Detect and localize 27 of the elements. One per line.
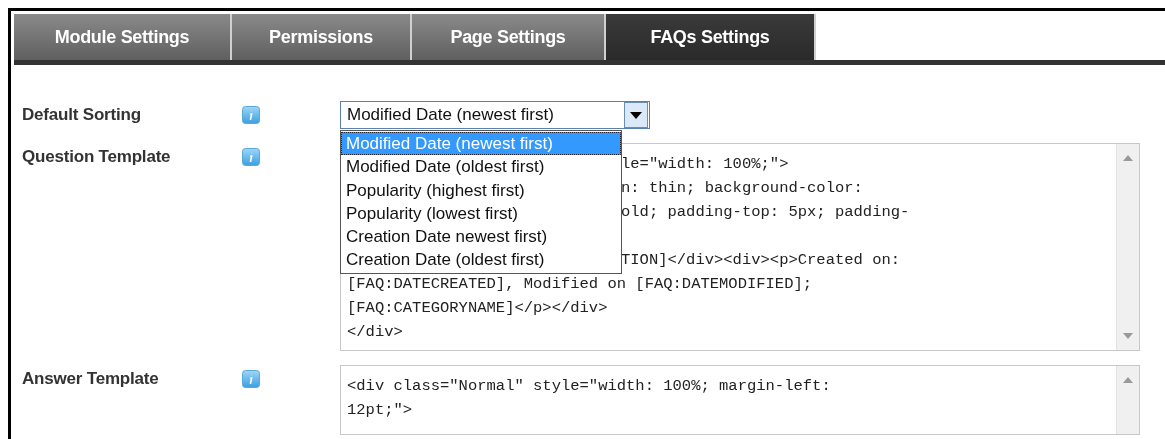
tab[interactable]: Module Settings xyxy=(14,14,232,60)
code-line: [FAQ:DATECREATED], Modified on [FAQ:DATEMODIFIED]; xyxy=(347,274,813,294)
code-line: old; padding-top: 5px; padding- xyxy=(621,202,910,222)
scrollbar[interactable] xyxy=(1116,144,1139,350)
code-line: n: thin; background-color: xyxy=(621,178,863,198)
info-icon[interactable] xyxy=(242,106,260,124)
caret-icon[interactable] xyxy=(624,102,648,128)
field-label: Answer Template xyxy=(22,369,160,389)
code-line: TION]</div><div><p>Created on: xyxy=(621,250,901,270)
info-icon[interactable] xyxy=(242,148,260,166)
scrollbar[interactable] xyxy=(1116,366,1139,434)
tab[interactable]: Permissions xyxy=(232,14,412,60)
field-label: Default Sorting xyxy=(22,105,142,125)
code-line: le="width: 100%;"> xyxy=(621,154,789,174)
template-textarea[interactable]: <div class="Normal" style="width: 100%; margin-left: 12pt;"> xyxy=(340,365,1140,435)
scroll-down-arrow-icon[interactable] xyxy=(1123,332,1133,340)
scroll-up-arrow-icon[interactable] xyxy=(1123,376,1133,384)
tab[interactable]: Page Settings xyxy=(412,14,606,60)
code-line: [FAQ:CATEGORYNAME]</p></div> xyxy=(347,298,608,318)
field-label: Question Template xyxy=(22,147,172,167)
code-line: 12pt;"> xyxy=(347,400,413,420)
scroll-up-arrow-icon[interactable] xyxy=(1123,154,1133,162)
code-line: </div> xyxy=(347,322,403,342)
code-line: <div class="Normal" style="width: 100%; margin-left: xyxy=(347,376,831,396)
tab[interactable]: FAQs Settings xyxy=(606,14,816,60)
info-icon[interactable] xyxy=(242,370,260,388)
sort-dropdown[interactable]: Modified Date (newest first) xyxy=(340,101,650,129)
